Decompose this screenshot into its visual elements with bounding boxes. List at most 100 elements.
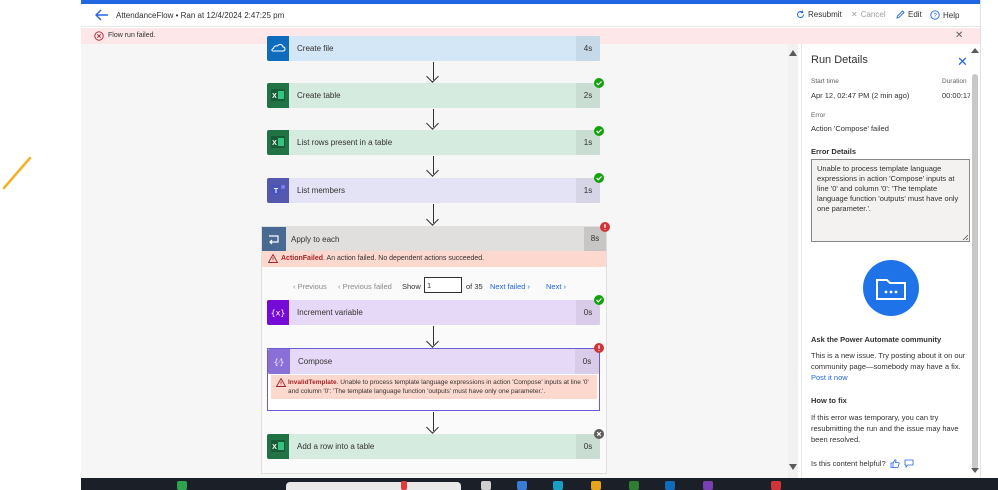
svg-text:X: X: [272, 140, 277, 147]
excel-icon: X: [267, 434, 289, 459]
post-it-now-link[interactable]: Post it now: [811, 373, 848, 382]
error-circle-icon: [94, 31, 104, 41]
feedback-chat-icon[interactable]: [904, 459, 914, 468]
flow-connector-arrow: [433, 62, 434, 80]
command-bar: AttendanceFlow • Ran at 12/4/2024 2:47:2…: [81, 4, 980, 27]
action-card-list-members[interactable]: T List members 1s: [267, 178, 600, 203]
edit-button[interactable]: Edit: [896, 10, 922, 19]
error-details-text: Unable to process template language expr…: [817, 164, 959, 213]
taskbar-search[interactable]: [286, 482, 461, 490]
pencil-icon: [896, 10, 905, 19]
panel-title: Run Details: [811, 54, 868, 66]
action-label: List members: [297, 186, 346, 195]
svg-text:{x}: {x}: [271, 309, 285, 318]
action-card-create-table[interactable]: X Create table 2s: [267, 83, 600, 108]
taskbar-app-icon[interactable]: [629, 481, 639, 490]
taskbar-app-icon[interactable]: [665, 481, 675, 490]
os-taskbar: [81, 478, 998, 490]
compose-action-selected[interactable]: {⁄} Compose 0s InvalidTemplate. Unable t…: [267, 348, 600, 411]
flow-connector-arrow: [433, 204, 434, 223]
warning-icon: [276, 378, 286, 387]
pager-previous[interactable]: ‹ Previous: [293, 282, 327, 291]
resubmit-label: Resubmit: [808, 10, 842, 19]
action-card-create-file[interactable]: Create file 4s: [267, 36, 600, 61]
apply-to-each-header[interactable]: Apply to each 8s: [262, 227, 606, 251]
iteration-input[interactable]: 1: [424, 277, 462, 293]
taskbar-app-icon[interactable]: [591, 481, 601, 490]
banner-close-icon[interactable]: ✕: [955, 30, 963, 41]
loop-error-message: . An action failed. No dependent actions…: [323, 255, 485, 262]
resize-grip-icon[interactable]: [962, 234, 968, 240]
taskbar-app-icon[interactable]: [517, 481, 527, 490]
svg-text:X: X: [272, 93, 277, 100]
svg-text:?: ?: [933, 13, 937, 20]
panel-scroll-thumb[interactable]: [972, 74, 978, 469]
taskbar-app-icon[interactable]: [401, 481, 407, 490]
panel-scroll-down-icon[interactable]: [971, 468, 979, 473]
action-label: Compose: [298, 357, 333, 366]
error-details-textbox[interactable]: Unable to process template language expr…: [811, 159, 970, 242]
flow-run-title: AttendanceFlow • Ran at 12/4/2024 2:47:2…: [116, 11, 284, 20]
loop-error-text: ActionFailed. An action failed. No depen…: [281, 255, 484, 262]
flow-connector-arrow: [433, 326, 434, 345]
scroll-down-arrow-icon[interactable]: [789, 464, 797, 470]
panel-scroll-up-icon[interactable]: [971, 48, 979, 53]
succeeded-check-icon: [594, 78, 604, 88]
resubmit-icon: [797, 10, 805, 18]
pager-next-label: Next: [546, 282, 562, 291]
svg-text:{⁄}: {⁄}: [274, 358, 284, 367]
duration-value: 00:00:17: [942, 91, 972, 100]
pen-stroke-mark: [2, 156, 32, 190]
action-card-compose[interactable]: {⁄} Compose 0s: [268, 349, 599, 374]
how-to-fix-text: If this error was temporary, you can try…: [811, 413, 959, 444]
pager-next-failed[interactable]: Next failed ›: [490, 282, 530, 291]
compose-error-bar: InvalidTemplate. Unable to process templ…: [271, 375, 597, 399]
run-info: • Ran at 12/4/2024 2:47:25 pm: [173, 11, 285, 20]
taskbar-app-icon[interactable]: [553, 481, 563, 490]
compose-error-title: InvalidTemplate: [288, 379, 337, 386]
loop-error-title: ActionFailed: [281, 255, 324, 262]
warning-icon: [268, 254, 278, 263]
flow-connector-arrow: [433, 412, 434, 431]
run-details-panel: Run Details ✕ Start time Duration Apr 12…: [801, 44, 980, 478]
compose-error-text: InvalidTemplate. Unable to process templ…: [288, 378, 593, 396]
cancel-button[interactable]: ✕ Cancel: [851, 10, 886, 19]
feedback-question: Is this content helpful?: [811, 459, 886, 468]
svg-text:T: T: [274, 188, 279, 195]
flow-name: AttendanceFlow: [116, 11, 174, 20]
back-arrow-icon[interactable]: [95, 9, 109, 21]
taskbar-app-icon[interactable]: [703, 481, 713, 490]
thumbs-up-icon[interactable]: [890, 459, 900, 468]
svg-text:X: X: [272, 444, 277, 451]
banner-message: Flow run failed.: [108, 32, 156, 39]
pager-previous-label: Previous: [297, 282, 327, 291]
help-button[interactable]: ? Help: [930, 10, 959, 20]
error-details-heading: Error Details: [811, 147, 857, 156]
teams-icon: T: [267, 178, 289, 203]
error-value: Action 'Compose' failed: [811, 124, 889, 133]
onedrive-icon: [267, 36, 289, 61]
taskbar-app-icon[interactable]: [481, 481, 491, 490]
feedback-row: Is this content helpful?: [811, 459, 914, 468]
scroll-up-arrow-icon[interactable]: [789, 50, 797, 56]
action-card-add-row[interactable]: X Add a row into a table 0s: [267, 434, 600, 459]
action-label: Increment variable: [297, 308, 363, 317]
succeeded-check-icon: [594, 295, 604, 305]
action-card-list-rows[interactable]: X List rows present in a table 1s: [267, 130, 600, 155]
duration-label: Duration: [942, 78, 967, 85]
pager-next[interactable]: Next ›: [546, 282, 566, 291]
taskbar-app-icon[interactable]: [771, 481, 781, 490]
canvas-scrollbar[interactable]: [788, 44, 798, 478]
action-label: Add a row into a table: [297, 442, 375, 451]
action-label: Create table: [297, 91, 341, 100]
resubmit-button[interactable]: Resubmit: [796, 10, 842, 19]
pager-previous-failed[interactable]: ‹ Previous failed: [338, 282, 392, 291]
succeeded-check-icon: [594, 126, 604, 136]
community-text: This is a new issue. Try posting about i…: [811, 351, 966, 371]
panel-close-icon[interactable]: ✕: [957, 54, 968, 70]
pager-next-failed-label: Next failed: [490, 282, 526, 291]
panel-scrollbar[interactable]: [970, 44, 980, 478]
action-card-increment-variable[interactable]: {x} Increment variable 0s: [267, 300, 600, 325]
excel-icon: X: [267, 83, 289, 108]
taskbar-app-icon[interactable]: [177, 481, 187, 490]
